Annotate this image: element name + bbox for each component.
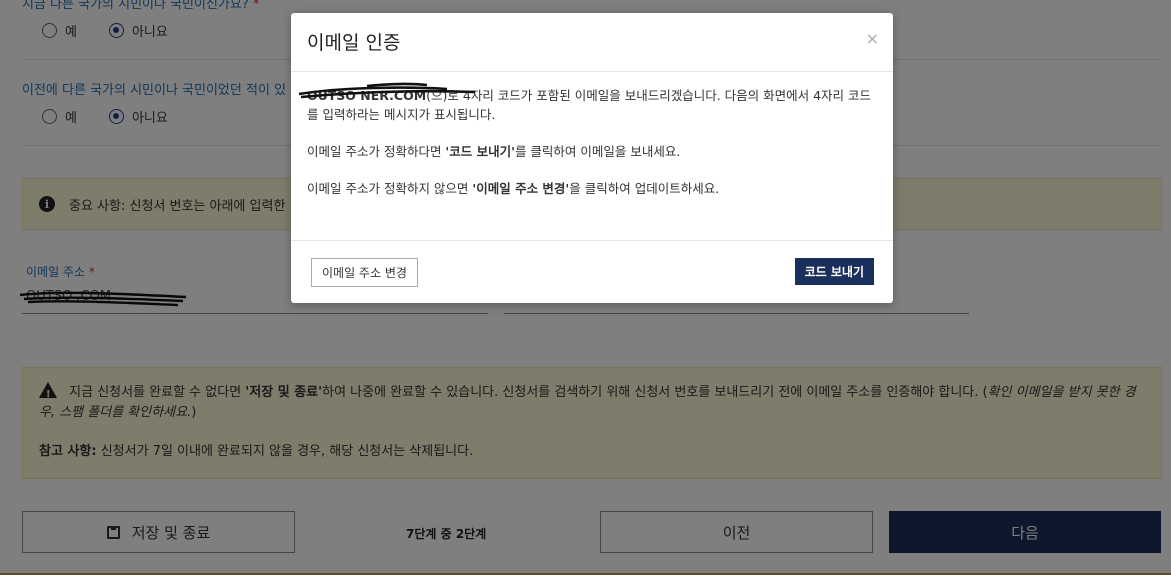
- modal-title: 이메일 인증: [307, 32, 401, 54]
- modal-paragraph-change: 이메일 주소가 정확하지 않으면 '이메일 주소 변경'을 클릭하여 업데이트하…: [307, 181, 720, 196]
- close-icon[interactable]: ×: [866, 29, 879, 48]
- email-verification-modal: 이메일 인증 × OUTSO NER.COM(으)로 4자리 코드가 포함된 이…: [291, 13, 893, 303]
- modal-paragraph-send: 이메일 주소가 정확하다면 '코드 보내기'를 클릭하여 이메일을 보내세요.: [307, 144, 681, 159]
- modal-body: OUTSO NER.COM(으)로 4자리 코드가 포함된 이메일을 보내드리겠…: [291, 72, 893, 241]
- send-code-button[interactable]: 코드 보내기: [794, 258, 874, 285]
- redaction-scribble: [298, 82, 476, 99]
- modal-footer: 이메일 주소 변경 코드 보내기: [291, 241, 893, 302]
- change-email-button[interactable]: 이메일 주소 변경: [311, 258, 418, 287]
- modal-header: 이메일 인증 ×: [291, 13, 893, 72]
